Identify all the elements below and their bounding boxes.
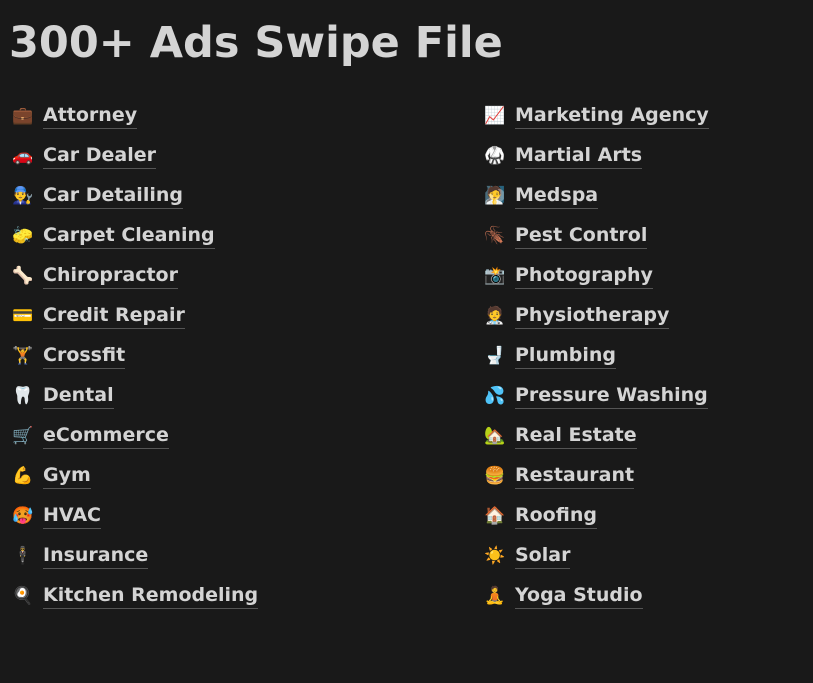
person-in-suit-icon: 🕴️ [12,546,34,566]
link-pressure-washing[interactable]: Pressure Washing [515,383,708,409]
list-item: 🧖 Medspa [483,176,709,216]
list-item: 💳 Credit Repair [11,296,258,336]
chart-increasing-icon: 📈 [484,106,506,126]
link-real-estate[interactable]: Real Estate [515,423,637,449]
list-item: 🪳 Pest Control [483,216,709,256]
weightlifter-icon: 🏋️ [12,346,34,366]
link-car-detailing[interactable]: Car Detailing [43,183,183,209]
list-item: 🧘 Yoga Studio [483,576,709,616]
mechanic-icon: 👨‍🔧 [12,186,34,206]
list-item: 📸 Photography [483,256,709,296]
list-item: 🦴 Chiropractor [11,256,258,296]
right-category-list: 📈 Marketing Agency 🥋 Martial Arts 🧖 Meds… [483,96,709,616]
list-item: 💼 Attorney [11,96,258,136]
credit-card-icon: 💳 [12,306,34,326]
link-carpet-cleaning[interactable]: Carpet Cleaning [43,223,215,249]
list-item: 🧑‍⚕️ Physiotherapy [483,296,709,336]
link-chiropractor[interactable]: Chiropractor [43,263,178,289]
left-category-list: 💼 Attorney 🚗 Car Dealer 👨‍🔧 Car Detailin… [11,96,259,616]
sun-icon: ☀️ [484,546,506,566]
link-pest-control[interactable]: Pest Control [515,223,648,249]
list-item: 🦷 Dental [11,376,258,416]
briefcase-icon: 💼 [12,106,34,126]
link-car-dealer[interactable]: Car Dealer [43,143,156,169]
link-crossfit[interactable]: Crossfit [43,343,126,369]
list-item: 🥵 HVAC [11,496,258,536]
flexed-biceps-icon: 💪 [12,466,34,486]
link-dental[interactable]: Dental [43,383,114,409]
list-item: 💦 Pressure Washing [483,376,709,416]
link-martial-arts[interactable]: Martial Arts [515,143,643,169]
list-item: 🏋️ Crossfit [11,336,258,376]
sweat-droplets-icon: 💦 [484,386,506,406]
hamburger-icon: 🍔 [484,466,506,486]
person-in-lotus-position-icon: 🧘 [484,586,506,606]
house-icon: 🏠 [484,506,506,526]
link-roofing[interactable]: Roofing [515,503,597,529]
page-title: 300+ Ads Swipe File [9,18,503,68]
person-in-steamy-room-icon: 🧖 [484,186,506,206]
health-worker-icon: 🧑‍⚕️ [484,306,506,326]
toilet-icon: 🚽 [484,346,506,366]
list-item: 🚗 Car Dealer [11,136,258,176]
camera-flash-icon: 📸 [484,266,506,286]
link-attorney[interactable]: Attorney [43,103,138,129]
list-item: ☀️ Solar [483,536,709,576]
list-item: 👨‍🔧 Car Detailing [11,176,258,216]
link-restaurant[interactable]: Restaurant [515,463,635,489]
hot-face-icon: 🥵 [12,506,34,526]
link-ecommerce[interactable]: eCommerce [43,423,169,449]
tooth-icon: 🦷 [12,386,34,406]
list-item: 🥋 Martial Arts [483,136,709,176]
cockroach-icon: 🪳 [484,226,506,246]
link-kitchen-remodeling[interactable]: Kitchen Remodeling [43,583,259,609]
link-medspa[interactable]: Medspa [515,183,599,209]
list-item: 🏡 Real Estate [483,416,709,456]
list-item: 🏠 Roofing [483,496,709,536]
list-item: 🛒 eCommerce [11,416,258,456]
link-gym[interactable]: Gym [43,463,91,489]
link-credit-repair[interactable]: Credit Repair [43,303,185,329]
link-physiotherapy[interactable]: Physiotherapy [515,303,670,329]
list-item: 📈 Marketing Agency [483,96,709,136]
list-item: 🚽 Plumbing [483,336,709,376]
bone-icon: 🦴 [12,266,34,286]
link-hvac[interactable]: HVAC [43,503,101,529]
link-yoga-studio[interactable]: Yoga Studio [515,583,643,609]
list-item: 🧽 Carpet Cleaning [11,216,258,256]
list-item: 🕴️ Insurance [11,536,258,576]
sponge-icon: 🧽 [12,226,34,246]
shopping-cart-icon: 🛒 [12,426,34,446]
list-item: 🍳 Kitchen Remodeling [11,576,259,616]
car-icon: 🚗 [12,146,34,166]
frying-pan-icon: 🍳 [12,586,34,606]
link-plumbing[interactable]: Plumbing [515,343,617,369]
link-solar[interactable]: Solar [515,543,571,569]
house-with-garden-icon: 🏡 [484,426,506,446]
link-marketing-agency[interactable]: Marketing Agency [515,103,709,129]
list-item: 💪 Gym [11,456,258,496]
link-photography[interactable]: Photography [515,263,653,289]
list-item: 🍔 Restaurant [483,456,709,496]
link-insurance[interactable]: Insurance [43,543,149,569]
martial-arts-uniform-icon: 🥋 [484,146,506,166]
